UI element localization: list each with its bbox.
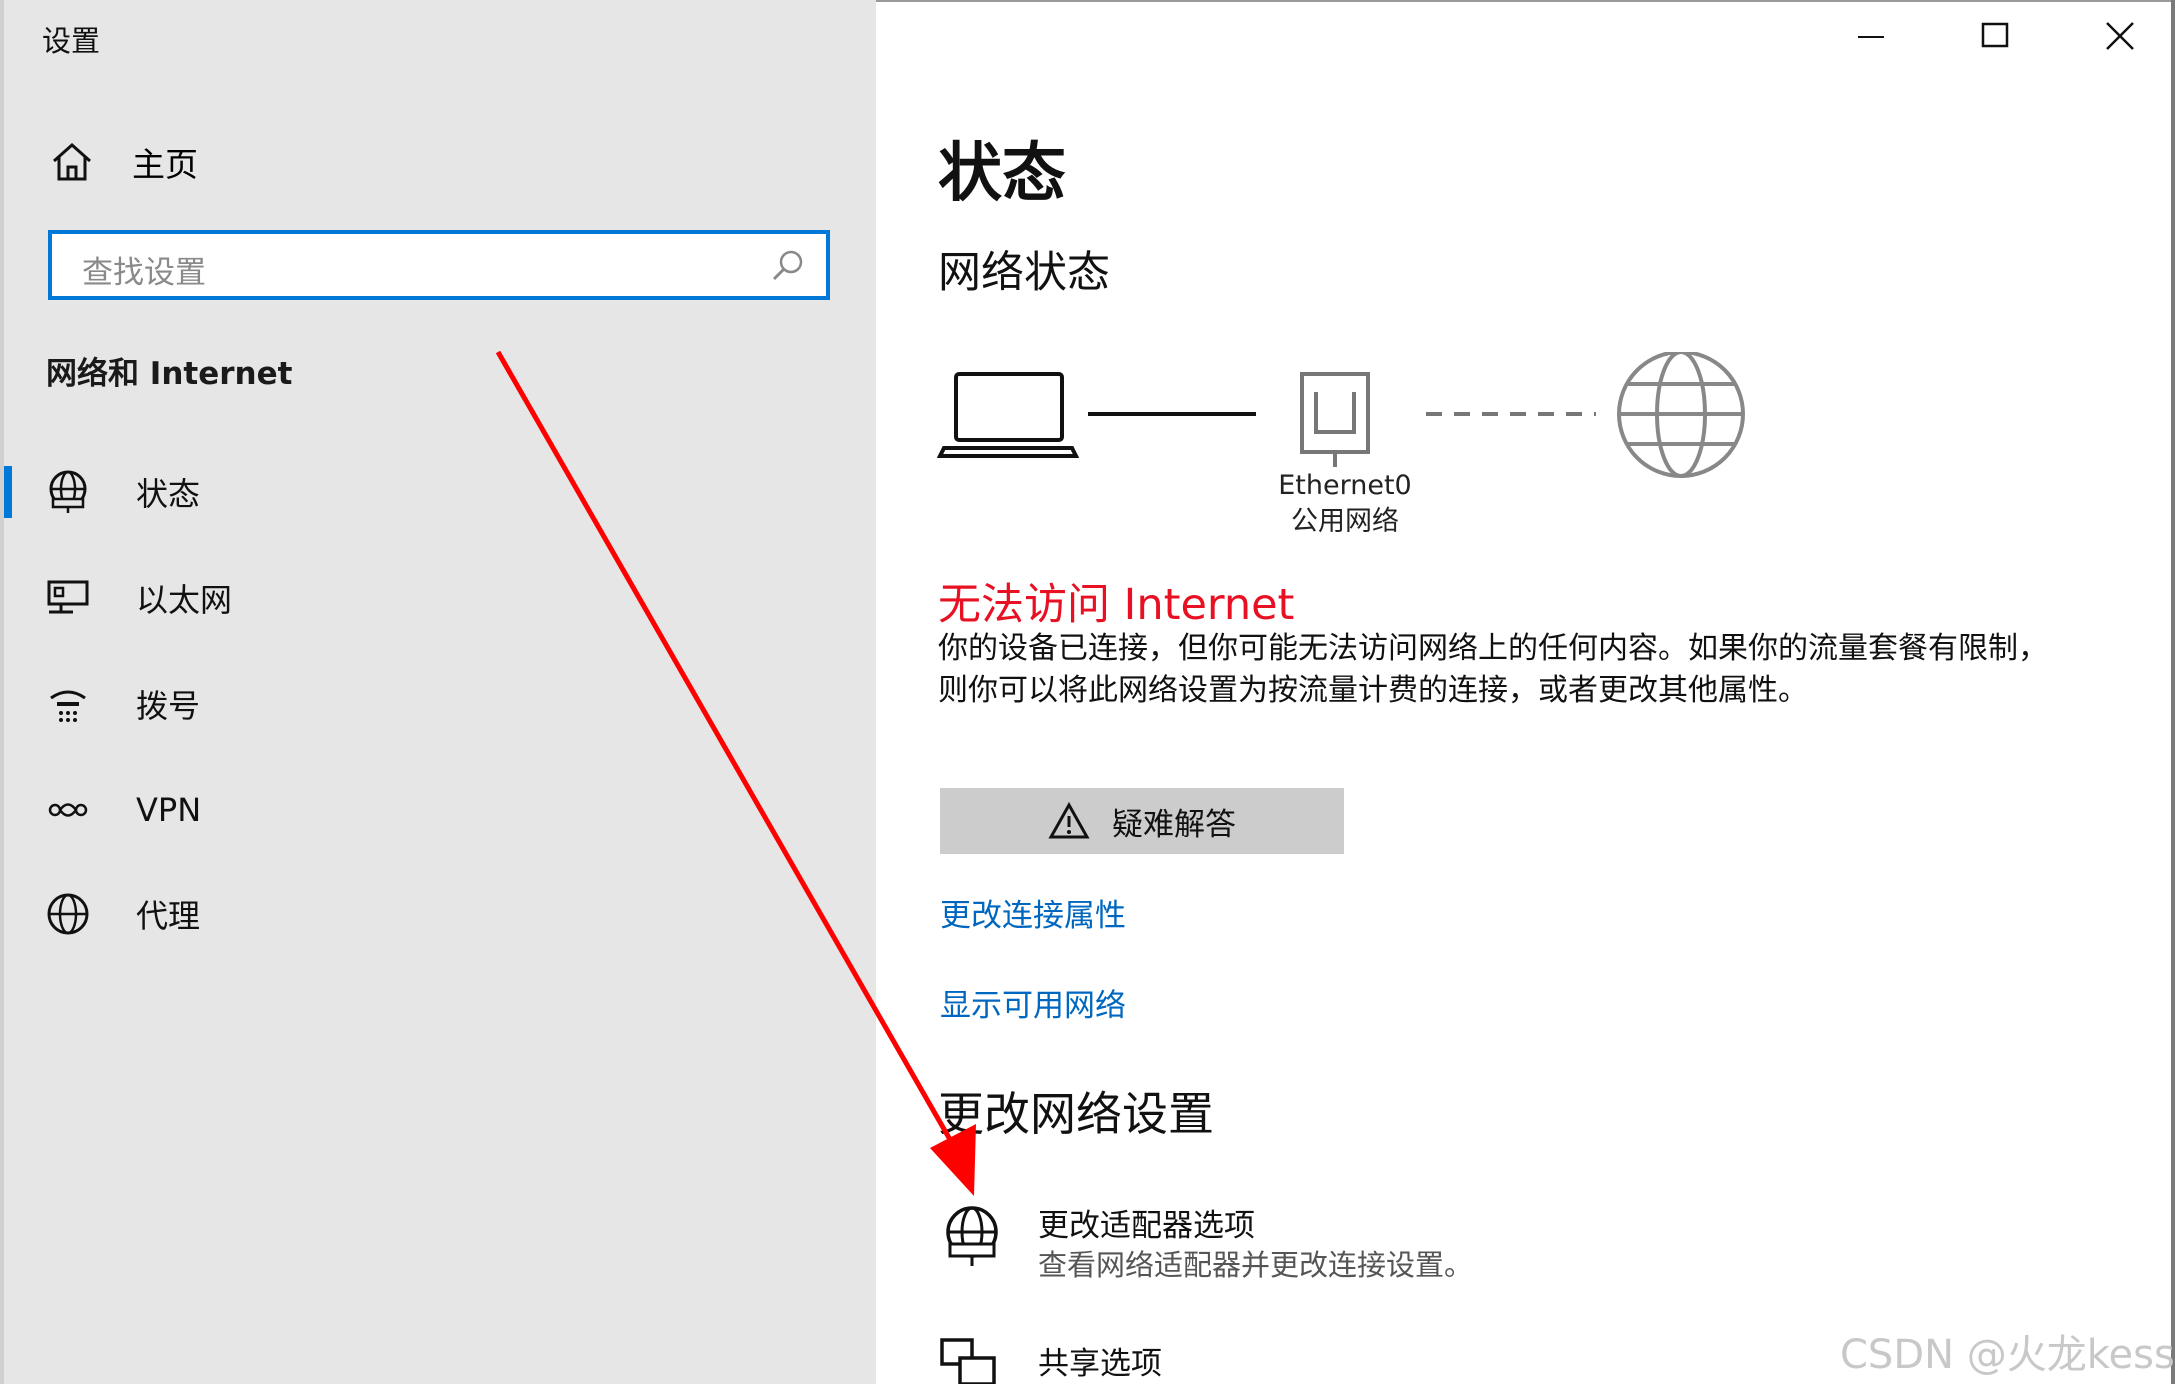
annotation-arrow bbox=[495, 350, 976, 1196]
watermark: CSDN @火龙kess bbox=[1840, 1332, 2175, 1378]
